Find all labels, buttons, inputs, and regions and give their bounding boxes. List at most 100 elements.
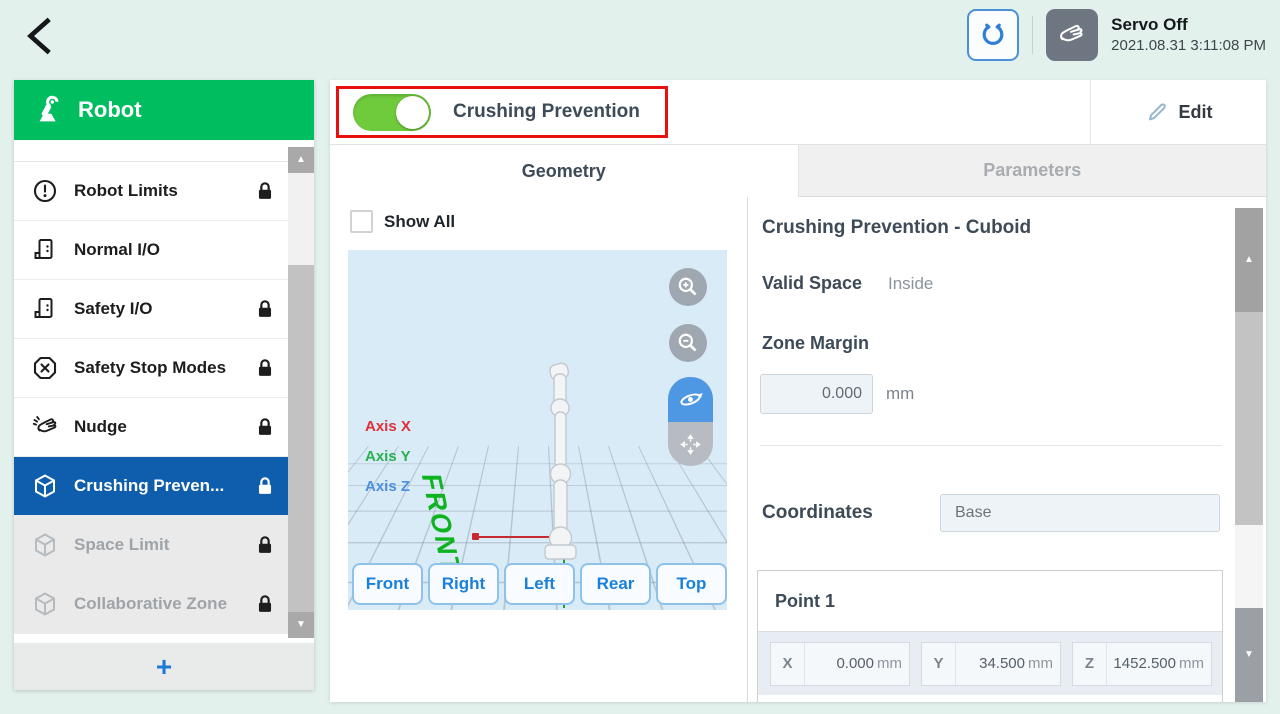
- orbit-rotate-icon: [677, 386, 704, 413]
- triangle-down-icon: ▼: [296, 620, 306, 630]
- sidebar-item-nudge[interactable]: Nudge: [14, 398, 288, 457]
- point1-title: Point 1: [758, 571, 1222, 632]
- details-column: Crushing Prevention - Cuboid Valid Space…: [748, 197, 1266, 702]
- pan-arrows-icon: [678, 432, 703, 457]
- cube-icon: [31, 472, 59, 500]
- scroll-up-button[interactable]: ▲: [1235, 208, 1263, 312]
- scroll-down-button[interactable]: ▼: [1235, 608, 1263, 702]
- lock-icon: [254, 357, 276, 379]
- point1-y-unit: mm: [1028, 655, 1053, 672]
- details-heading: Crushing Prevention - Cuboid: [762, 217, 1031, 239]
- sidebar-item-safety-io[interactable]: Safety I/O: [14, 280, 288, 339]
- view-top-button[interactable]: Top: [656, 563, 727, 605]
- tab-parameters[interactable]: Parameters: [798, 145, 1267, 197]
- tab-geometry[interactable]: Geometry: [330, 145, 798, 197]
- scrollbar-thumb[interactable]: [288, 265, 314, 612]
- servo-status-block: Servo Off 2021.08.31 3:11:08 PM: [1111, 14, 1266, 56]
- sidebar-item-label: Robot Limits: [74, 181, 250, 201]
- 3d-viewport[interactable]: FRONT: [348, 250, 727, 610]
- gripper-power-icon: [978, 20, 1008, 50]
- coordinates-select[interactable]: Base: [940, 494, 1220, 532]
- cube-icon: [31, 590, 59, 618]
- zone-margin-input[interactable]: 0.000: [760, 374, 873, 414]
- lock-icon: [254, 180, 276, 202]
- sidebar-item-crushing-prevention[interactable]: Crushing Preven...: [14, 457, 288, 516]
- edit-button-label: Edit: [1179, 102, 1213, 123]
- zone-margin-unit: mm: [886, 384, 914, 404]
- point1-z-value: 1452.500: [1113, 655, 1176, 672]
- view-left-button[interactable]: Left: [504, 563, 575, 605]
- point1-z-field[interactable]: Z 1452.500 mm: [1072, 642, 1212, 686]
- geometry-viewer-column: Show All FRONT: [330, 197, 748, 702]
- scroll-down-button[interactable]: ▼: [288, 612, 314, 638]
- point1-x-field[interactable]: X 0.000 mm: [770, 642, 910, 686]
- sidebar-menu: Robot Limits Normal I/O Safety I/O: [14, 140, 288, 643]
- point1-y-value: 34.500: [979, 655, 1025, 672]
- status-timestamp: 2021.08.31 3:11:08 PM: [1111, 36, 1266, 56]
- z-axis-field-label: Z: [1073, 643, 1107, 685]
- rotate-view-button[interactable]: [668, 377, 713, 422]
- crushing-prevention-toggle[interactable]: [353, 94, 431, 131]
- coordinates-label: Coordinates: [762, 502, 873, 524]
- io-module-icon: [31, 236, 59, 264]
- sidebar-item-collaborative-zone[interactable]: Collaborative Zone: [14, 575, 288, 634]
- servo-mode-button[interactable]: [1046, 9, 1098, 61]
- view-buttons-row: Front Right Left Rear Top: [352, 563, 727, 605]
- zone-margin-value: 0.000: [822, 385, 862, 403]
- scrollbar-track[interactable]: [288, 173, 314, 265]
- sidebar-header: Robot: [14, 80, 314, 140]
- show-all-control: Show All: [350, 210, 455, 233]
- view-rear-button[interactable]: Rear: [580, 563, 651, 605]
- lock-icon: [254, 416, 276, 438]
- sidebar-item-label: Normal I/O: [74, 240, 276, 260]
- y-axis-field-label: Y: [922, 643, 956, 685]
- pencil-icon: [1145, 100, 1169, 124]
- add-menu-button[interactable]: +: [14, 643, 314, 690]
- zoom-out-button[interactable]: [669, 324, 707, 362]
- scroll-up-button[interactable]: ▲: [288, 147, 314, 173]
- hand-servo-icon: [1056, 19, 1088, 51]
- sidebar-item-safety-stop-modes[interactable]: Safety Stop Modes: [14, 339, 288, 398]
- sidebar-item-partial: [14, 140, 288, 162]
- axis-z-label: Axis Z: [365, 478, 410, 495]
- main-panel: Crushing Prevention Edit Geometry Parame…: [330, 80, 1266, 702]
- scrollbar-thumb[interactable]: [1235, 312, 1263, 525]
- scrollbar-track[interactable]: [1235, 525, 1263, 608]
- tab-content: Show All FRONT: [330, 197, 1266, 702]
- show-all-checkbox[interactable]: [350, 210, 373, 233]
- sidebar-item-label: Safety I/O: [74, 299, 250, 319]
- sidebar-scrollbar[interactable]: ▲ ▼: [288, 147, 314, 638]
- tab-label: Geometry: [522, 161, 606, 182]
- sidebar-item-label: Safety Stop Modes: [74, 358, 250, 378]
- edit-button[interactable]: Edit: [1090, 80, 1266, 144]
- view-front-button[interactable]: Front: [352, 563, 423, 605]
- axis-x-label: Axis X: [365, 418, 411, 435]
- stop-x-icon: [31, 354, 59, 382]
- view-right-button[interactable]: Right: [428, 563, 499, 605]
- sidebar-title: Robot: [78, 97, 142, 123]
- point1-y-field[interactable]: Y 34.500 mm: [921, 642, 1061, 686]
- zoom-in-button[interactable]: [669, 268, 707, 306]
- tab-bar: Geometry Parameters: [330, 145, 1266, 197]
- sidebar-item-normal-io[interactable]: Normal I/O: [14, 221, 288, 280]
- view-control-pill: [668, 377, 713, 466]
- magnifier-plus-icon: [675, 274, 701, 300]
- details-scrollbar[interactable]: ▲ ▼: [1235, 208, 1263, 702]
- sidebar-item-label: Nudge: [74, 417, 250, 437]
- valid-space-value: Inside: [888, 274, 933, 294]
- sidebar-item-space-limit[interactable]: Space Limit: [14, 516, 288, 575]
- robot-power-button[interactable]: [967, 9, 1019, 61]
- sidebar-item-label: Crushing Preven...: [74, 476, 250, 496]
- zone-margin-label: Zone Margin: [762, 333, 869, 354]
- point1-z-unit: mm: [1179, 655, 1204, 672]
- plus-icon: +: [156, 651, 172, 683]
- sidebar-item-label: Collaborative Zone: [74, 594, 250, 614]
- lock-icon: [254, 475, 276, 497]
- back-button[interactable]: [16, 8, 62, 64]
- sidebar-item-robot-limits[interactable]: Robot Limits: [14, 162, 288, 221]
- coordinates-value: Base: [955, 504, 991, 522]
- toggle-label: Crushing Prevention: [453, 101, 640, 123]
- point1-x-unit: mm: [877, 655, 902, 672]
- point1-fields-row: X 0.000 mm Y 34.500 mm Z: [758, 632, 1222, 695]
- pan-view-button[interactable]: [668, 422, 713, 466]
